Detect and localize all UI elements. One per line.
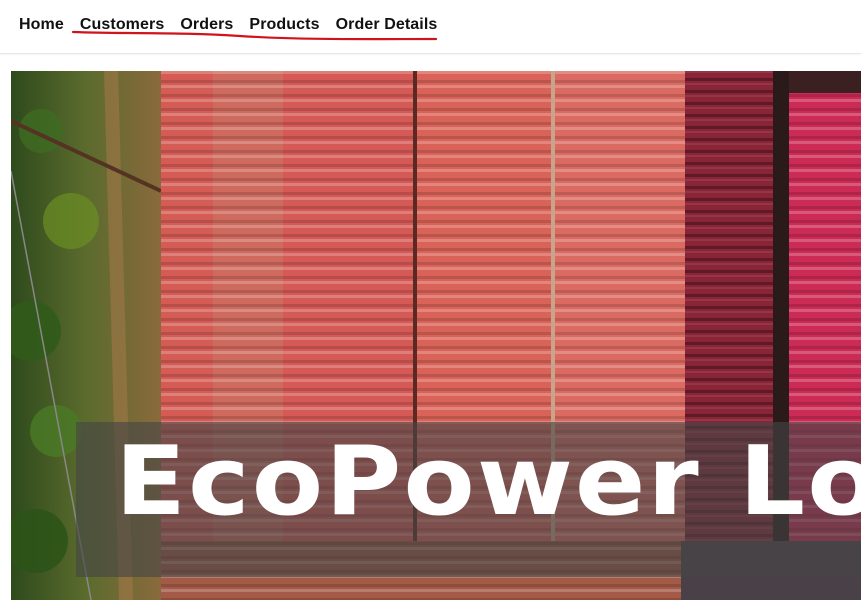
hero-banner: EcoPower Logistics (11, 71, 861, 600)
nav-link-home[interactable]: Home (19, 16, 64, 34)
hero-title: EcoPower Logistics (115, 424, 861, 537)
red-annotation-underline (71, 30, 438, 41)
top-navbar: Home Customers Orders Products Order Det… (0, 0, 861, 54)
